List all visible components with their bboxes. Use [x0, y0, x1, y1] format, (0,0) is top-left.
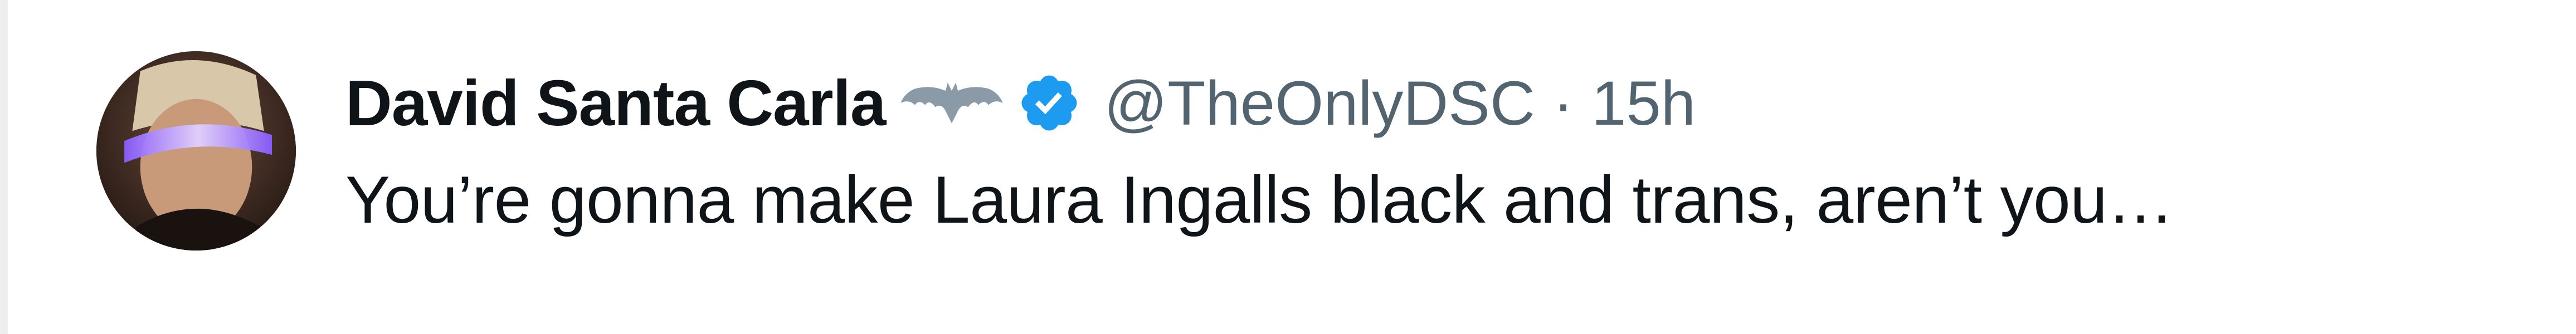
user-handle[interactable]: @TheOnlyDSC [1104, 67, 1535, 139]
tweet-header: David Santa Carla @TheOnlyDSC · 15h [345, 58, 1696, 148]
bat-icon [899, 72, 1005, 134]
tweet-card[interactable]: David Santa Carla @TheOnlyDSC · 15h You’… [0, 0, 2576, 334]
timestamp[interactable]: 15h [1591, 67, 1696, 139]
verified-badge-icon[interactable] [1017, 71, 1082, 135]
display-name[interactable]: David Santa Carla [345, 66, 886, 140]
left-border [0, 0, 8, 334]
tweet-text: You’re gonna make Laura Ingalls black an… [345, 163, 2174, 237]
separator-dot: · [1552, 68, 1574, 138]
avatar[interactable] [96, 51, 296, 250]
